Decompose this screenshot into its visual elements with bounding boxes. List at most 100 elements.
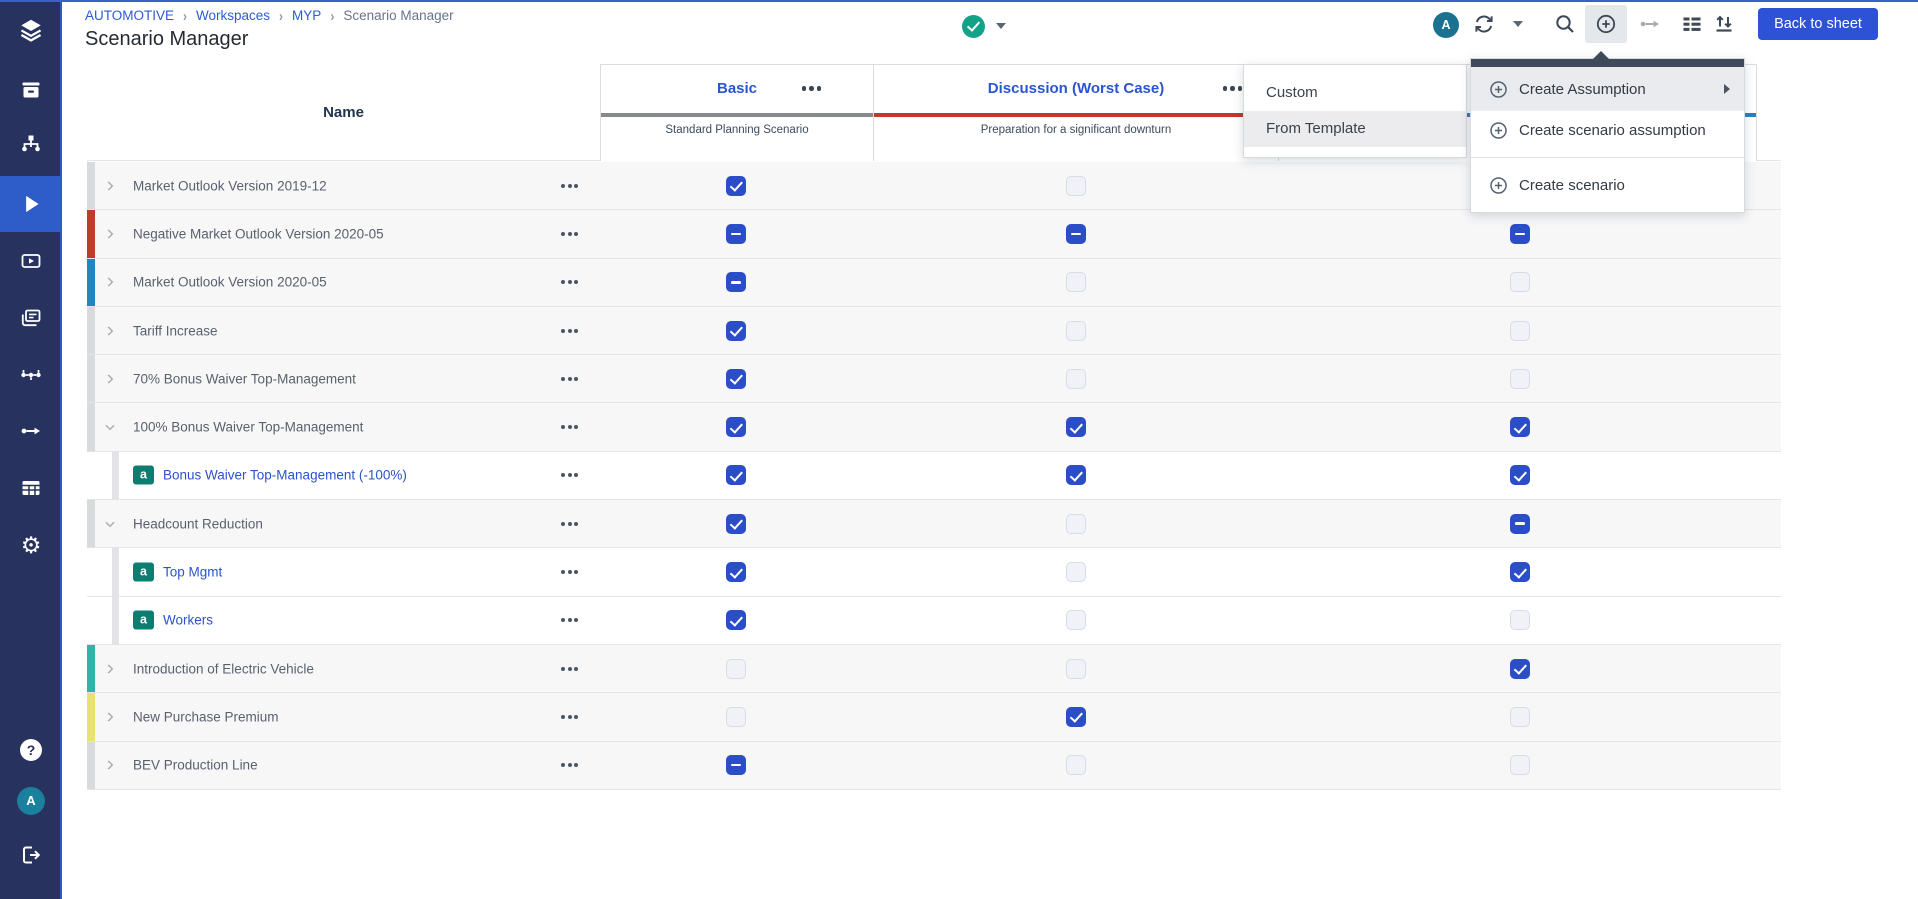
checkbox-third-unchecked[interactable] [1510,755,1530,775]
checkbox-basic-checked[interactable] [726,369,746,389]
assumption-name-link[interactable]: Workers [163,613,213,628]
breadcrumb-automotive[interactable]: AUTOMOTIVE [85,8,174,23]
checkbox-basic-unchecked[interactable] [726,659,746,679]
checkbox-third-checked[interactable] [1510,562,1530,582]
row-menu-dots[interactable] [561,715,578,719]
status-check-icon[interactable] [962,15,985,38]
expand-chevron-icon[interactable] [103,758,117,772]
checkbox-basic-indeterminate[interactable] [726,755,746,775]
checkbox-basic-checked[interactable] [726,176,746,196]
checkbox-basic-checked[interactable] [726,417,746,437]
menu-item-from-template[interactable]: From Template [1244,111,1466,147]
assumption-name-link[interactable]: Top Mgmt [163,565,222,580]
checkbox-discussion-indeterminate[interactable] [1066,224,1086,244]
checkbox-third-indeterminate[interactable] [1510,224,1530,244]
expand-chevron-icon[interactable] [103,227,117,241]
checkbox-discussion-unchecked[interactable] [1066,659,1086,679]
row-menu-dots[interactable] [561,377,578,381]
import-export-icon[interactable] [1712,12,1736,41]
expand-chevron-icon[interactable] [103,324,117,338]
help-icon[interactable]: ? [0,739,62,761]
status-caret-icon[interactable] [996,23,1006,29]
checkbox-third-unchecked[interactable] [1510,272,1530,292]
flow-arrow-icon[interactable] [0,418,62,444]
video-icon[interactable] [0,248,62,274]
checkbox-discussion-unchecked[interactable] [1066,176,1086,196]
back-to-sheet-button[interactable]: Back to sheet [1758,8,1878,40]
collapse-chevron-icon[interactable] [103,420,117,434]
checkbox-discussion-unchecked[interactable] [1066,562,1086,582]
menu-item-custom[interactable]: Custom [1244,75,1466,111]
checkbox-discussion-checked[interactable] [1066,465,1086,485]
network-icon[interactable] [0,362,62,388]
checkbox-basic-indeterminate[interactable] [726,224,746,244]
expand-chevron-icon[interactable] [103,662,117,676]
breadcrumb-workspaces[interactable]: Workspaces [196,8,270,23]
refresh-icon[interactable] [1472,12,1496,41]
checkbox-basic-checked[interactable] [726,610,746,630]
checkbox-discussion-unchecked[interactable] [1066,755,1086,775]
checkbox-basic-checked[interactable] [726,562,746,582]
flow-arrow-toolbar-icon[interactable] [1638,12,1662,41]
row-menu-dots[interactable] [561,667,578,671]
row-menu-dots[interactable] [561,425,578,429]
row-menu-dots[interactable] [561,184,578,188]
row-menu-dots[interactable] [561,570,578,574]
scenario-menu-dots[interactable] [1223,86,1243,91]
settings-gear-icon[interactable]: ⚙ [0,532,62,558]
row-menu-dots[interactable] [561,473,578,477]
checkbox-discussion-unchecked[interactable] [1066,321,1086,341]
menu-item-create-assumption[interactable]: Create Assumption [1471,67,1744,111]
expand-chevron-icon[interactable] [103,179,117,193]
checkbox-basic-checked[interactable] [726,465,746,485]
list-icon[interactable] [1680,12,1704,41]
add-plus-icon[interactable] [1594,12,1618,41]
checkbox-discussion-unchecked[interactable] [1066,514,1086,534]
checkbox-basic-unchecked[interactable] [726,707,746,727]
row-menu-dots[interactable] [561,763,578,767]
org-chart-icon[interactable] [0,131,62,157]
row-menu-dots[interactable] [561,280,578,284]
valsight-logo-icon[interactable] [0,17,62,43]
checkbox-discussion-checked[interactable] [1066,417,1086,437]
row-menu-dots[interactable] [561,522,578,526]
menu-item-create-scenario-assumption[interactable]: Create scenario assumption [1471,111,1744,149]
expand-chevron-icon[interactable] [103,372,117,386]
collapse-chevron-icon[interactable] [103,517,117,531]
data-table-icon[interactable] [0,475,62,501]
scenario-play-icon[interactable] [0,191,62,217]
scenario-title[interactable]: Discussion (Worst Case) [874,65,1278,113]
scenario-title[interactable]: Basic [601,65,873,113]
checkbox-third-checked[interactable] [1510,465,1530,485]
checkbox-basic-checked[interactable] [726,514,746,534]
checkbox-third-checked[interactable] [1510,659,1530,679]
checkbox-basic-checked[interactable] [726,321,746,341]
toolbar-avatar[interactable]: A [1433,12,1459,38]
checkbox-discussion-unchecked[interactable] [1066,272,1086,292]
pages-icon[interactable] [0,305,62,331]
scenario-menu-dots[interactable] [802,86,822,91]
menu-item-create-scenario[interactable]: Create scenario [1471,166,1744,204]
expand-chevron-icon[interactable] [103,710,117,724]
checkbox-third-unchecked[interactable] [1510,707,1530,727]
checkbox-third-unchecked[interactable] [1510,369,1530,389]
models-archive-icon[interactable] [0,77,62,103]
checkbox-third-unchecked[interactable] [1510,321,1530,341]
sidebar-avatar[interactable]: A [0,787,62,815]
row-menu-dots[interactable] [561,232,578,236]
search-icon[interactable] [1553,12,1577,41]
logout-icon[interactable] [0,843,62,867]
checkbox-third-checked[interactable] [1510,417,1530,437]
checkbox-third-indeterminate[interactable] [1510,514,1530,534]
row-menu-dots[interactable] [561,329,578,333]
row-menu-dots[interactable] [561,618,578,622]
expand-chevron-icon[interactable] [103,275,117,289]
checkbox-basic-indeterminate[interactable] [726,272,746,292]
assumption-name-link[interactable]: Bonus Waiver Top-Management (-100%) [163,468,407,483]
checkbox-discussion-unchecked[interactable] [1066,610,1086,630]
checkbox-discussion-unchecked[interactable] [1066,369,1086,389]
checkbox-discussion-checked[interactable] [1066,707,1086,727]
breadcrumb-myp[interactable]: MYP [292,8,321,23]
refresh-caret-icon[interactable] [1513,21,1523,27]
checkbox-third-unchecked[interactable] [1510,610,1530,630]
